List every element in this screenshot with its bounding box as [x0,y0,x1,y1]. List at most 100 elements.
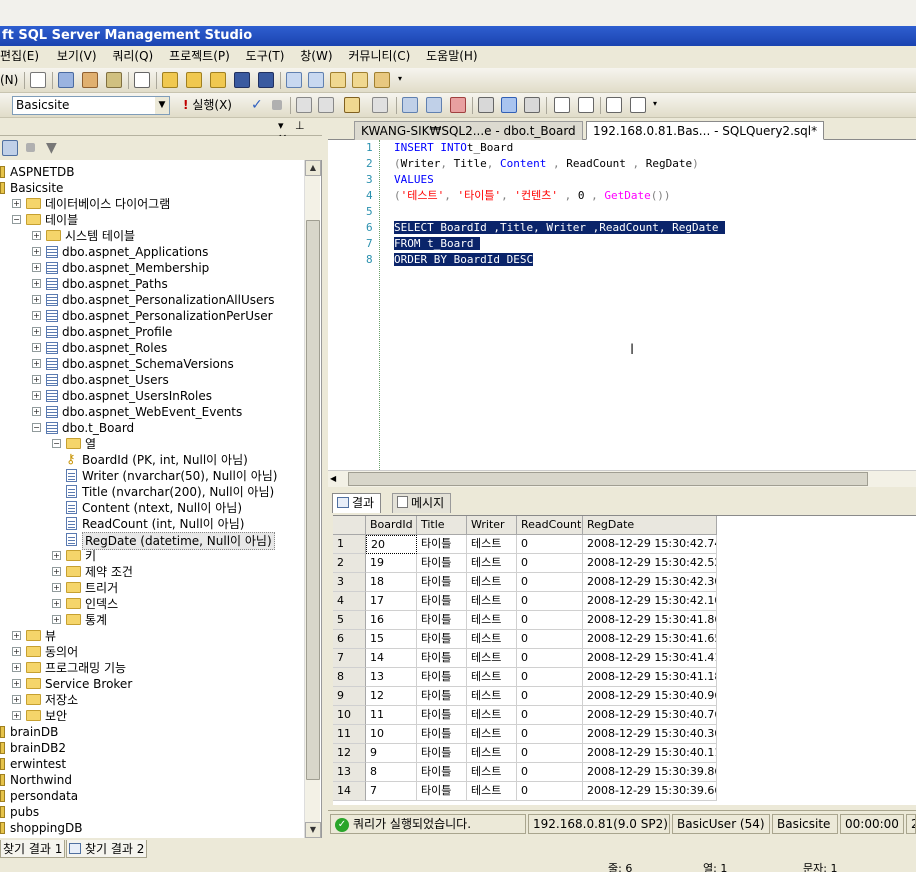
expand-icon[interactable]: + [32,407,41,416]
grid-cell[interactable]: 2008-12-29 15:30:40.303 [583,725,717,744]
grid-cell[interactable]: 테스트 [467,611,517,630]
grid-cell[interactable]: 17 [366,592,417,611]
row-header[interactable]: 4 [333,592,366,611]
row-header[interactable]: 13 [333,763,366,782]
menu-edit[interactable]: 편집(E) [0,46,47,66]
grid-cell[interactable]: 타이틀 [417,706,467,725]
grid-cell[interactable]: 15 [366,630,417,649]
grid-cell[interactable]: 8 [366,763,417,782]
expand-icon[interactable]: + [12,711,21,720]
column-header[interactable]: RegDate [583,516,717,535]
grid-cell[interactable]: 0 [517,782,583,801]
results-grid[interactable]: BoardId Title Writer ReadCount RegDate 1 20 타이틀… [333,515,916,805]
open-project-icon[interactable] [186,72,202,88]
grid-cell[interactable]: 테스트 [467,744,517,763]
comment-out-icon[interactable] [554,97,570,113]
grid-cell[interactable]: 타이틀 [417,630,467,649]
grid-cell[interactable]: 테스트 [467,592,517,611]
row-header[interactable]: 8 [333,668,366,687]
row-header[interactable]: 1 [333,535,366,554]
menu-query[interactable]: 쿼리(Q) [112,46,161,66]
properties-icon[interactable] [374,72,390,88]
grid-cell[interactable]: 0 [517,592,583,611]
grid-cell[interactable]: 0 [517,725,583,744]
code-line[interactable]: ('테스트', '타이틀', '컨텐츠' , 0 , GetDate()) [394,188,671,204]
expand-icon[interactable]: + [12,679,21,688]
grid-corner[interactable] [333,516,366,535]
code-line[interactable]: VALUES [394,172,434,188]
grid-cell[interactable]: 타이틀 [417,744,467,763]
expand-icon[interactable]: + [52,551,61,560]
grid-cell[interactable]: 0 [517,649,583,668]
connect-icon[interactable] [2,140,18,156]
analysis-query-icon[interactable] [82,72,98,88]
expand-icon[interactable]: + [12,631,21,640]
expand-icon[interactable]: + [12,695,21,704]
grid-cell[interactable]: 타이틀 [417,611,467,630]
decrease-indent-icon[interactable] [606,97,622,113]
grid-cell[interactable]: 타이틀 [417,782,467,801]
grid-cell[interactable]: 10 [366,725,417,744]
grid-cell[interactable]: 11 [366,706,417,725]
tab-messages[interactable]: 메시지 [392,493,452,513]
menu-project[interactable]: 프로젝트(P) [169,46,238,66]
save-all-icon[interactable] [258,72,274,88]
grid-cell[interactable]: 테스트 [467,763,517,782]
grid-cell[interactable]: 2008-12-29 15:30:41.180 [583,668,717,687]
open-file-icon[interactable] [162,72,178,88]
add-item-icon[interactable] [210,72,226,88]
grid-cell[interactable]: 20 [366,535,417,554]
grid-cell[interactable]: 타이틀 [417,668,467,687]
grid-cell[interactable]: 타이틀 [417,687,467,706]
tab-table-dbo-t-board[interactable]: KWANG-SIK₩SQL2...e - dbo.t_Board [354,121,583,140]
estimated-plan-icon[interactable] [402,97,418,113]
code-line[interactable]: SELECT BoardId ,Title, Writer ,ReadCount… [394,220,726,236]
uncomment-icon[interactable] [578,97,594,113]
row-header[interactable]: 11 [333,725,366,744]
row-header[interactable]: 6 [333,630,366,649]
expand-icon[interactable]: + [32,295,41,304]
grid-cell[interactable]: 2008-12-29 15:30:41.650 [583,630,717,649]
chevron-down-icon[interactable]: ▼ [155,97,169,114]
database-engine-query-icon[interactable] [58,72,74,88]
grid-cell[interactable]: 2008-12-29 15:30:42.303 [583,573,717,592]
tab-find-results-2[interactable]: 찾기 결과 2 [66,840,148,858]
scroll-left-icon[interactable]: ◀ [330,472,336,486]
menu-view[interactable]: 보기(V) [57,46,105,66]
column-header[interactable]: Writer [467,516,517,535]
grid-cell[interactable]: 타이틀 [417,535,467,554]
row-header[interactable]: 3 [333,573,366,592]
database-select[interactable]: Basicsite ▼ [12,96,170,115]
xml-query-icon[interactable] [134,72,150,88]
expand-icon[interactable]: + [32,311,41,320]
object-explorer-icon[interactable] [308,72,324,88]
grid-cell[interactable]: 타이틀 [417,725,467,744]
new-file-icon[interactable] [30,72,46,88]
query-editor[interactable]: 1 INSERT INTOt_Board 2 (Writer, Title, Cont… [328,140,916,470]
grid-cell[interactable]: 0 [517,668,583,687]
results-to-text-icon[interactable] [478,97,494,113]
grid-cell[interactable]: 타이틀 [417,592,467,611]
expand-icon[interactable]: + [12,199,21,208]
scroll-up-icon[interactable]: ▲ [305,160,321,176]
tab-results[interactable]: 결과 [332,493,382,513]
expand-icon[interactable]: + [32,343,41,352]
stop-icon[interactable] [26,143,35,152]
expand-icon[interactable]: + [52,583,61,592]
grid-cell[interactable]: 테스트 [467,706,517,725]
code-line[interactable]: FROM t_Board [394,236,481,252]
scroll-down-icon[interactable]: ▼ [305,822,321,838]
grid-cell[interactable]: 2008-12-29 15:30:39.867 [583,763,717,782]
expand-icon[interactable]: + [32,247,41,256]
grid-cell[interactable]: 테스트 [467,725,517,744]
grid-cell[interactable]: 테스트 [467,554,517,573]
scroll-thumb[interactable] [348,472,868,486]
code-line[interactable]: (Writer, Title, Content , ReadCount , Re… [394,156,699,172]
toolbar-disabled-icon[interactable] [296,97,312,113]
grid-cell[interactable]: 2008-12-29 15:30:42.743 [583,535,717,554]
grid-cell[interactable]: 테스트 [467,573,517,592]
grid-cell[interactable]: 0 [517,554,583,573]
results-to-grid-icon[interactable] [501,97,517,113]
row-header[interactable]: 5 [333,611,366,630]
grid-cell[interactable]: 테스트 [467,687,517,706]
